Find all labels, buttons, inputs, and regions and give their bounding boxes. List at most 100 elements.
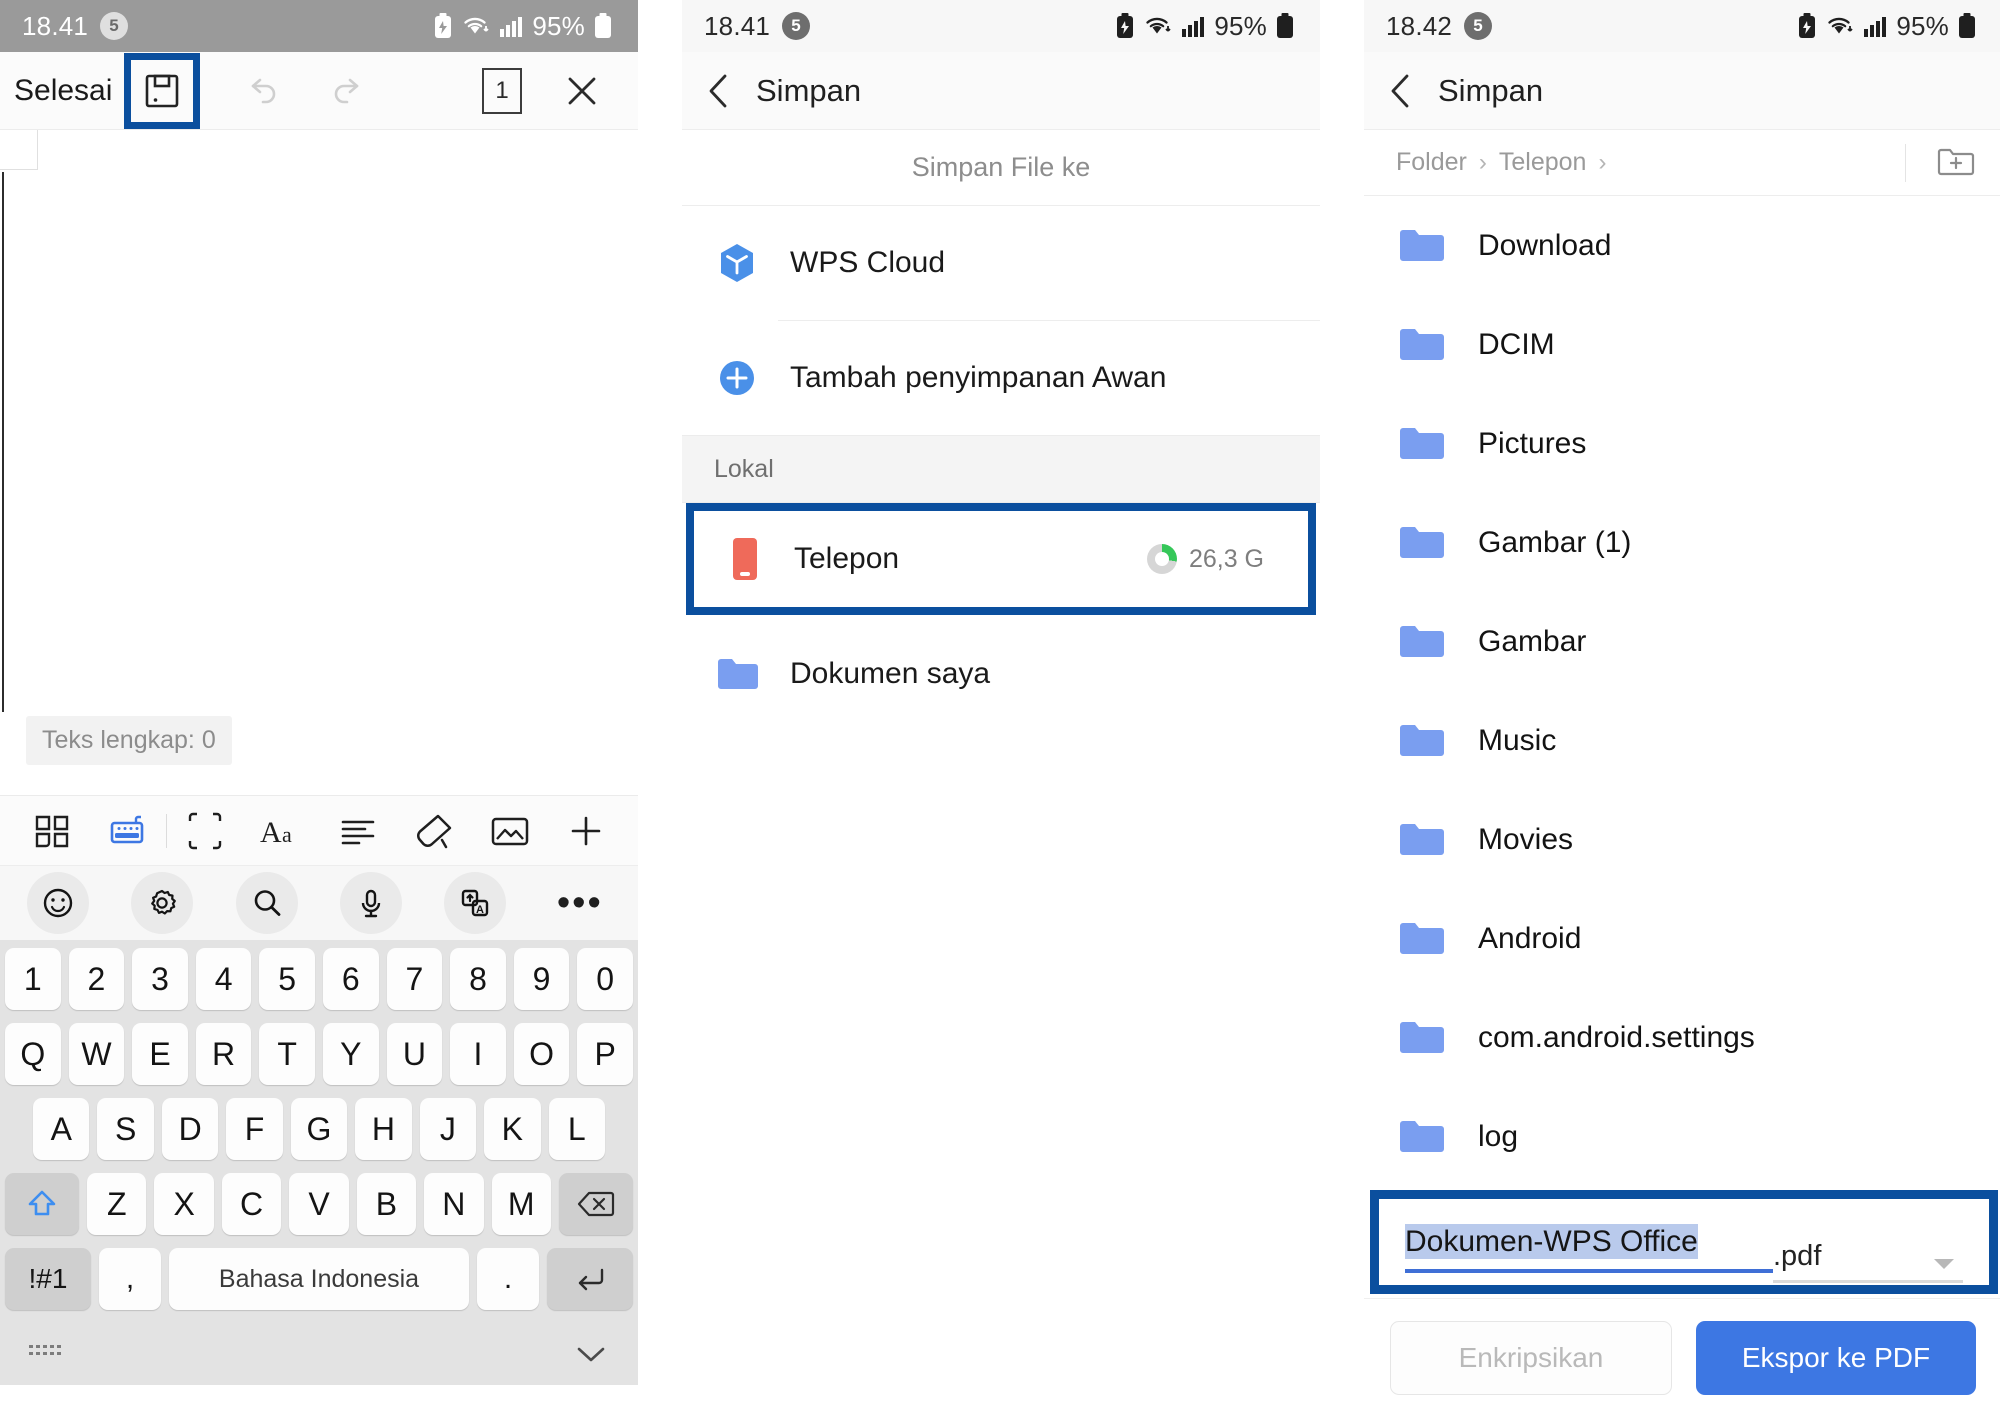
keyboard-hide-icon[interactable]: [27, 1341, 63, 1367]
key[interactable]: M: [491, 1173, 551, 1235]
new-folder-button[interactable]: [1936, 146, 1976, 180]
key[interactable]: C: [221, 1173, 282, 1235]
key[interactable]: D: [161, 1098, 219, 1160]
key[interactable]: 6: [323, 948, 379, 1010]
folder-item[interactable]: com.android.settings: [1364, 988, 2000, 1087]
key[interactable]: O: [513, 1023, 570, 1085]
folder-item[interactable]: DCIM: [1364, 295, 2000, 394]
back-button[interactable]: [1364, 70, 1438, 112]
search-button[interactable]: [215, 872, 319, 934]
key[interactable]: P: [577, 1023, 633, 1085]
collapse-keyboard-button[interactable]: [571, 1341, 611, 1367]
key[interactable]: 2: [68, 948, 125, 1010]
key[interactable]: 0: [577, 948, 633, 1010]
font-size-button[interactable]: A a: [243, 811, 319, 851]
symbols-key[interactable]: !#1: [5, 1248, 91, 1310]
align-left-button[interactable]: [320, 811, 396, 851]
translate-button[interactable]: A: [423, 872, 527, 934]
destination-dokumen-saya[interactable]: Dokumen saya: [682, 615, 1320, 733]
apps-grid-button[interactable]: [14, 811, 90, 851]
key[interactable]: 9: [513, 948, 570, 1010]
enter-key[interactable]: [547, 1248, 633, 1310]
destination-telepon[interactable]: Telepon 26,3 G: [694, 511, 1308, 607]
destination-wps-cloud[interactable]: WPS Cloud: [682, 206, 1320, 320]
filename-input[interactable]: Dokumen-WPS Office: [1405, 1224, 1698, 1259]
key[interactable]: G: [290, 1098, 348, 1160]
key[interactable]: 4: [195, 948, 252, 1010]
insert-image-button[interactable]: [472, 811, 548, 851]
key[interactable]: 3: [132, 948, 188, 1010]
notification-count-badge: 5: [1464, 12, 1493, 40]
folder-item[interactable]: log: [1364, 1087, 2000, 1186]
destination-add-cloud[interactable]: Tambah penyimpanan Awan: [682, 321, 1320, 435]
settings-button[interactable]: [110, 872, 214, 934]
key[interactable]: T: [259, 1023, 315, 1085]
redo-button[interactable]: [318, 61, 378, 121]
key[interactable]: X: [154, 1173, 214, 1235]
key[interactable]: W: [68, 1023, 125, 1085]
shift-key[interactable]: [5, 1173, 80, 1235]
key[interactable]: L: [548, 1098, 605, 1160]
folder-icon: [1398, 623, 1444, 661]
close-button[interactable]: [552, 61, 612, 121]
folder-item[interactable]: Gambar (1): [1364, 493, 2000, 592]
key[interactable]: B: [356, 1173, 417, 1235]
key[interactable]: Z: [87, 1173, 147, 1235]
key[interactable]: Q: [5, 1023, 61, 1085]
save-button[interactable]: [131, 59, 194, 122]
folder-item[interactable]: Android: [1364, 889, 2000, 988]
emoji-button[interactable]: [6, 872, 110, 934]
folder-item[interactable]: Music: [1364, 691, 2000, 790]
voice-input-button[interactable]: [319, 872, 423, 934]
back-button[interactable]: [682, 70, 756, 112]
key[interactable]: J: [419, 1098, 477, 1160]
key[interactable]: 5: [259, 948, 315, 1010]
key[interactable]: 7: [386, 948, 443, 1010]
comma-key[interactable]: ,: [99, 1248, 161, 1310]
filename-input-wrap[interactable]: Dokumen-WPS Office: [1405, 1224, 1773, 1273]
key[interactable]: 1: [5, 948, 61, 1010]
undo-button[interactable]: [232, 61, 292, 121]
key[interactable]: A: [33, 1098, 90, 1160]
key[interactable]: V: [289, 1173, 349, 1235]
key[interactable]: U: [386, 1023, 443, 1085]
backspace-key[interactable]: [558, 1173, 633, 1235]
chevron-down-icon[interactable]: [1929, 1253, 1959, 1273]
keyboard-button[interactable]: [90, 811, 166, 851]
breadcrumb-item-folder[interactable]: Folder: [1396, 148, 1467, 177]
folder-name: Android: [1478, 921, 1582, 955]
file-extension-select[interactable]: .pdf: [1773, 1240, 1963, 1283]
highlighter-button[interactable]: [396, 810, 472, 852]
key[interactable]: I: [450, 1023, 506, 1085]
folder-icon: [716, 656, 758, 692]
key[interactable]: 8: [450, 948, 506, 1010]
key[interactable]: K: [484, 1098, 541, 1160]
status-right: 95%: [1797, 11, 1976, 42]
done-button[interactable]: Selesai: [0, 74, 112, 108]
folder-item[interactable]: Gambar: [1364, 592, 2000, 691]
add-button[interactable]: [548, 810, 624, 852]
filename-field-highlight: Dokumen-WPS Office .pdf: [1370, 1190, 1998, 1294]
breadcrumb-item-telepon[interactable]: Telepon: [1499, 148, 1587, 177]
encrypt-button[interactable]: Enkripsikan: [1390, 1320, 1672, 1395]
folder-item[interactable]: Download: [1364, 196, 2000, 295]
document-canvas[interactable]: Teks lengkap: 0: [0, 130, 638, 796]
space-key[interactable]: Bahasa Indonesia: [169, 1248, 469, 1310]
key[interactable]: S: [97, 1098, 154, 1160]
key[interactable]: F: [226, 1098, 283, 1160]
select-frame-button[interactable]: [167, 809, 243, 853]
folder-item[interactable]: Pictures: [1364, 394, 2000, 493]
key[interactable]: Y: [323, 1023, 379, 1085]
page-count-button[interactable]: 1: [482, 67, 522, 114]
export-pdf-button[interactable]: Ekspor ke PDF: [1696, 1320, 1976, 1395]
folder-name: log: [1478, 1119, 1519, 1153]
section-local-header: Lokal: [682, 435, 1320, 503]
battery-saver-icon: [433, 13, 453, 39]
key[interactable]: H: [355, 1098, 412, 1160]
folder-item[interactable]: Movies: [1364, 790, 2000, 889]
key[interactable]: R: [195, 1023, 252, 1085]
key[interactable]: E: [132, 1023, 188, 1085]
period-key[interactable]: .: [477, 1248, 539, 1310]
folder-icon: [1398, 524, 1444, 562]
key[interactable]: N: [424, 1173, 484, 1235]
